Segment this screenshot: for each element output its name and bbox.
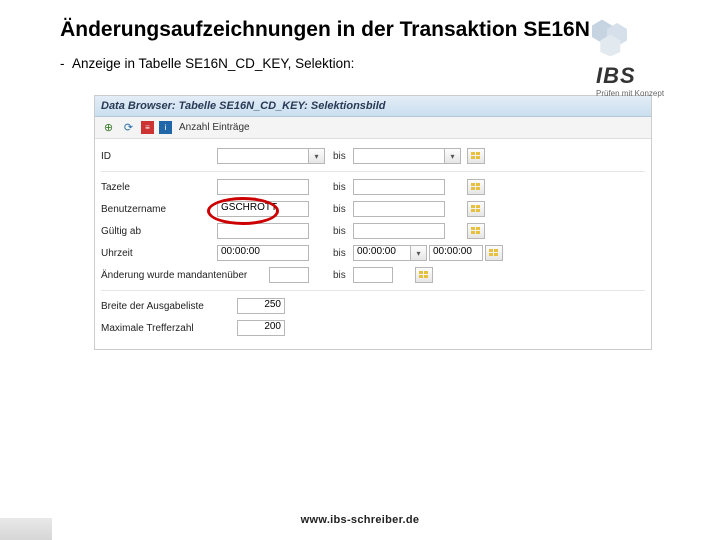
row-benutzer: Benutzername GSCHROTT bis	[99, 198, 647, 220]
logo-subtitle: Prüfen mit Konzept	[596, 89, 702, 98]
id-from-input[interactable]	[217, 148, 309, 164]
dropdown-icon[interactable]: ▾	[445, 148, 461, 164]
sap-screenshot: Data Browser: Tabelle SE16N_CD_KEY: Sele…	[94, 95, 652, 350]
aenderung-to-input[interactable]	[353, 267, 393, 283]
refresh-icon[interactable]: ⟳	[121, 120, 136, 135]
row-gueltig: Gültig ab bis	[99, 220, 647, 242]
multi-select-icon[interactable]	[467, 201, 485, 217]
logo-text: IBS	[596, 63, 702, 89]
execute-icon[interactable]: ⊕	[101, 120, 116, 135]
row-aenderung: Änderung wurde mandantenüber bis	[99, 264, 647, 286]
gueltig-from-input[interactable]	[217, 223, 309, 239]
breite-input[interactable]: 250	[237, 298, 285, 314]
row-uhrzeit: Uhrzeit 00:00:00 bis 00:00:00 ▾ 00:00:00	[99, 242, 647, 264]
brand-logo: IBS Prüfen mit Konzept	[592, 18, 702, 98]
multi-select-icon[interactable]	[485, 245, 503, 261]
row-id: ID ▾ bis ▾	[99, 145, 647, 167]
toolbar-label: Anzahl Einträge	[179, 122, 250, 133]
footer-url: www.ibs-schreiber.de	[0, 514, 720, 526]
sap-toolbar: ⊕ ⟳ ≡ i Anzahl Einträge	[95, 117, 651, 139]
multi-select-icon[interactable]	[467, 223, 485, 239]
dropdown-icon[interactable]: ▾	[411, 245, 427, 261]
gueltig-to-input[interactable]	[353, 223, 445, 239]
aenderung-from-input[interactable]	[269, 267, 309, 283]
tazele-to-input[interactable]	[353, 179, 445, 195]
sap-window-title: Data Browser: Tabelle SE16N_CD_KEY: Sele…	[95, 96, 651, 117]
max-input[interactable]: 200	[237, 320, 285, 336]
id-to-input[interactable]	[353, 148, 445, 164]
uhrzeit-to-input[interactable]: 00:00:00	[353, 245, 411, 261]
doc-blue-icon[interactable]: i	[159, 121, 172, 134]
row-max: Maximale Trefferzahl 200	[99, 317, 647, 339]
row-breite: Breite der Ausgabeliste 250	[99, 295, 647, 317]
tazele-from-input[interactable]	[217, 179, 309, 195]
multi-select-icon[interactable]	[467, 148, 485, 164]
benutzer-from-input[interactable]: GSCHROTT	[217, 201, 309, 217]
uhrzeit-from-input[interactable]: 00:00:00	[217, 245, 309, 261]
benutzer-to-input[interactable]	[353, 201, 445, 217]
row-tazele: Tazele bis	[99, 176, 647, 198]
multi-select-icon[interactable]	[467, 179, 485, 195]
dropdown-icon[interactable]: ▾	[309, 148, 325, 164]
multi-select-icon[interactable]	[415, 267, 433, 283]
doc-red-icon[interactable]: ≡	[141, 121, 154, 134]
uhrzeit-extra-input[interactable]: 00:00:00	[429, 245, 483, 261]
